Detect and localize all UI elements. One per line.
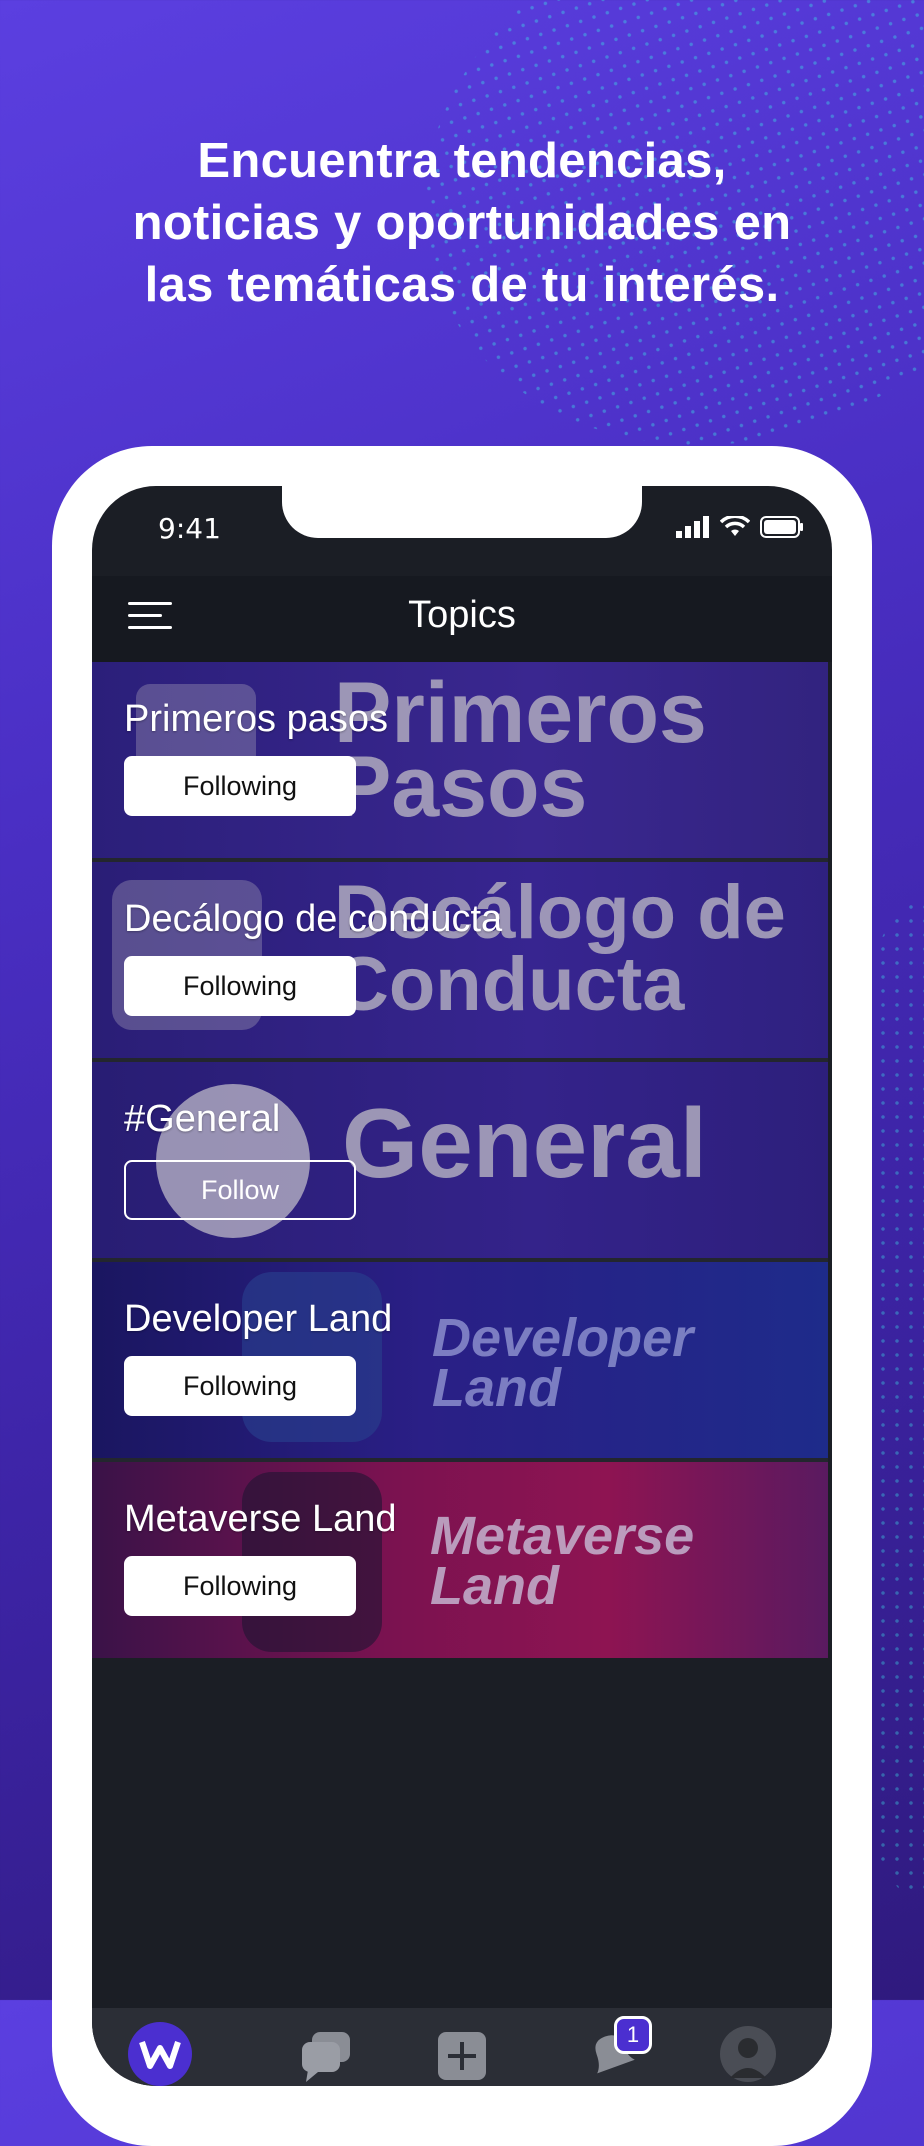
bottom-tab-bar: 1 [92,2008,832,2086]
topic-card-decalogo-de-conducta[interactable]: Decálogo de Conducta Decálogo de conduct… [92,862,828,1062]
topic-name: Decálogo de conducta [124,898,503,940]
banner-watermark-line-2: Land [430,1556,559,1616]
add-icon[interactable] [434,2028,490,2084]
notification-badge: 1 [614,2016,652,2054]
banner-watermark-line-1: Metaverse [430,1506,695,1566]
banner-watermark-line-2: Conducta [334,942,685,1027]
topic-name: #General [124,1098,281,1140]
banner-watermark-line-1: Developer [432,1308,694,1368]
headline-line-3: las temáticas de tu interés. [144,258,780,312]
follow-button[interactable]: Follow [124,1160,356,1220]
following-button[interactable]: Following [124,1356,356,1416]
phone-screen: 9:41 Topics Primeros Pasos Primeros paso… [92,486,832,2086]
profile-avatar[interactable] [720,2026,776,2082]
following-button[interactable]: Following [124,956,356,1016]
banner-watermark-line-2: Land [432,1358,561,1418]
status-time: 9:41 [158,512,221,545]
topic-card-general[interactable]: General #General Follow [92,1062,828,1262]
page-title: Topics [408,594,516,636]
chat-icon[interactable] [298,2028,354,2084]
following-button[interactable]: Following [124,756,356,816]
top-navbar: Topics [92,576,832,662]
following-button[interactable]: Following [124,1556,356,1616]
topic-card-primeros-pasos[interactable]: Primeros Pasos Primeros pasos Following [92,662,828,862]
headline-line-2: noticias y oportunidades en [132,196,792,250]
banner-watermark-line-1: General [342,1088,707,1198]
headline: Encuentra tendencias, noticias y oportun… [0,130,924,316]
topic-name: Primeros pasos [124,698,388,740]
topic-card-developer-land[interactable]: Developer Land Developer Land Following [92,1262,828,1462]
headline-line-1: Encuentra tendencias, [197,134,727,188]
wifi-icon [720,516,750,536]
home-logo-icon[interactable] [128,2022,192,2086]
signal-icon [676,516,709,538]
status-icons [676,516,804,538]
topic-card-metaverse-land[interactable]: Metaverse Land Metaverse Land Following [92,1462,828,1658]
topic-name: Metaverse Land [124,1498,397,1540]
topic-name: Developer Land [124,1298,393,1340]
banner-watermark-line-2: Pasos [334,739,588,835]
battery-icon [760,516,803,538]
phone-notch [282,486,642,538]
